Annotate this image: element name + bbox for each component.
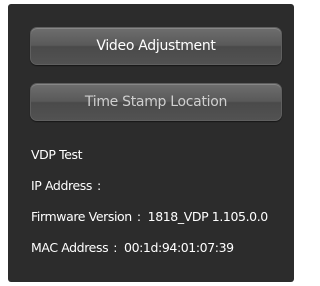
ip-address-separator: :	[96, 178, 101, 193]
firmware-version-value: 1818_VDP 1.105.0.0	[147, 209, 269, 224]
ip-address-row: IP Address:	[31, 178, 108, 193]
mac-address-label: MAC Address	[31, 240, 109, 255]
firmware-version-row: Firmware Version:1818_VDP 1.105.0.0	[31, 209, 268, 224]
mac-address-value: 00:1d:94:01:07:39	[124, 240, 234, 255]
ip-address-label: IP Address	[31, 178, 92, 193]
device-name-row: VDP Test	[31, 147, 83, 162]
firmware-version-separator: :	[136, 209, 141, 224]
mac-address-separator: :	[113, 240, 118, 255]
device-name: VDP Test	[31, 147, 83, 162]
video-adjustment-button[interactable]: Video Adjustment	[30, 27, 282, 65]
device-settings-panel: Video Adjustment Time Stamp Location VDP…	[8, 4, 294, 282]
firmware-version-label: Firmware Version	[31, 209, 132, 224]
mac-address-row: MAC Address:00:1d:94:01:07:39	[31, 240, 234, 255]
time-stamp-location-button[interactable]: Time Stamp Location	[30, 83, 282, 121]
